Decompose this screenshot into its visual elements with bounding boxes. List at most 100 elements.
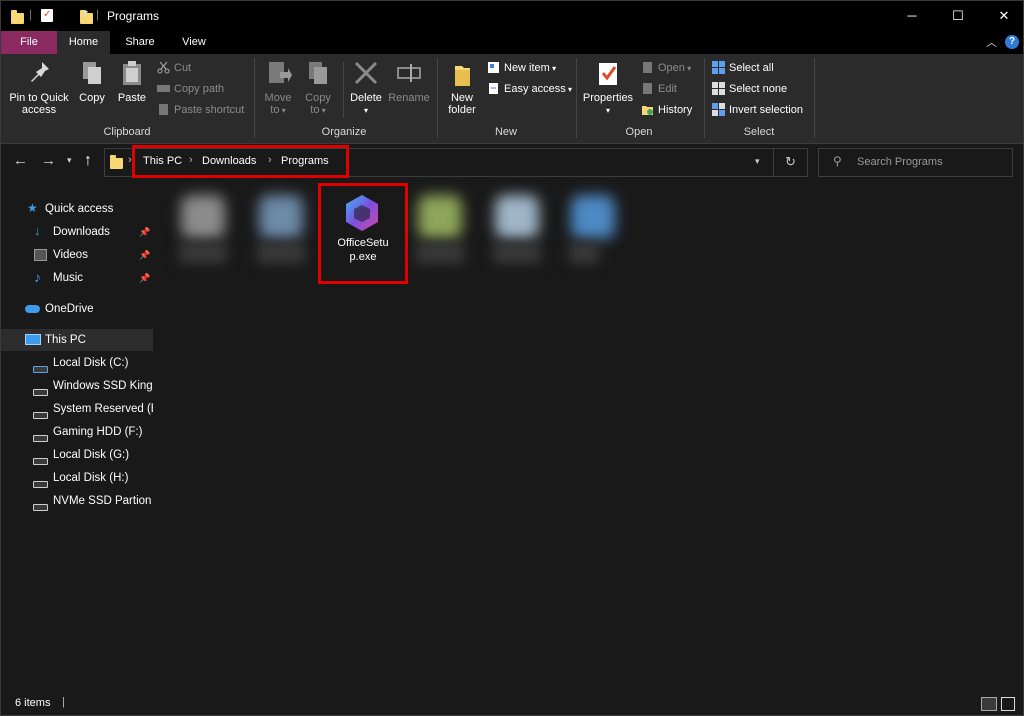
easy-access-label: Easy access: [504, 83, 566, 95]
delete-x-icon: [352, 58, 380, 88]
computer-icon: [25, 334, 41, 345]
pin-icon: [25, 58, 53, 88]
history-button[interactable]: History: [641, 101, 692, 119]
recent-locations-chevron-icon[interactable]: ▾: [67, 155, 72, 166]
file-name-line-1: OfficeSetu: [337, 237, 389, 249]
copy-icon: [78, 58, 106, 88]
search-placeholder: Search Programs: [857, 156, 943, 168]
select-none-button[interactable]: Select none: [712, 80, 787, 98]
rename-button[interactable]: Rename: [387, 58, 431, 104]
tab-file[interactable]: File: [1, 31, 57, 54]
divider: [773, 149, 774, 176]
nav-item-quick-access[interactable]: ★ Quick access: [1, 198, 153, 220]
search-icon: ⚲: [833, 154, 842, 168]
nav-item-onedrive[interactable]: OneDrive: [1, 298, 153, 320]
nav-item-videos[interactable]: Videos 📌: [1, 244, 153, 266]
nav-label: System Reserved (E:: [53, 403, 153, 415]
paste-button[interactable]: Paste: [115, 58, 149, 104]
pin-to-quick-access-button[interactable]: Pin to Quick access: [5, 58, 73, 116]
pin-icon: 📌: [139, 227, 151, 237]
drive-icon: [33, 497, 48, 511]
tab-share[interactable]: Share: [114, 31, 166, 54]
nav-label: OneDrive: [45, 303, 94, 315]
nav-item-downloads[interactable]: ↓ Downloads 📌: [1, 221, 153, 243]
address-highlight-box: [132, 145, 349, 178]
open-button[interactable]: Open ▾: [641, 59, 691, 77]
collapse-ribbon-icon[interactable]: ︿: [986, 34, 997, 50]
move-to-button[interactable]: Move to ▾: [260, 58, 296, 117]
blurred-file-item[interactable]: [173, 195, 231, 279]
copy-to-button[interactable]: Copy to ▾: [300, 58, 336, 117]
easy-access-button[interactable]: Easy access ▾: [487, 80, 572, 98]
blurred-file-item[interactable]: [563, 195, 621, 279]
copy-button[interactable]: Copy: [75, 58, 109, 104]
easy-access-icon: [487, 82, 500, 95]
navigation-bar: ← → ▾ ↑ › This PC › Downloads › Programs…: [1, 144, 1023, 180]
rename-label: Rename: [388, 92, 430, 104]
cut-button[interactable]: Cut: [157, 59, 191, 77]
divider: |: [62, 696, 65, 708]
up-arrow-icon[interactable]: ↑: [84, 152, 92, 170]
blurred-file-item[interactable]: [410, 195, 468, 279]
tab-view[interactable]: View: [168, 31, 220, 54]
download-arrow-icon: ↓: [34, 223, 41, 238]
nav-item-drive[interactable]: Windows SSD KingS: [1, 375, 153, 397]
new-folder-label: New: [450, 92, 473, 104]
refresh-icon[interactable]: ↻: [785, 154, 796, 170]
nav-item-this-pc[interactable]: This PC: [1, 329, 153, 351]
details-view-icon[interactable]: [981, 697, 997, 711]
nav-item-drive[interactable]: NVMe SSD Partion 2: [1, 490, 153, 512]
close-button[interactable]: ✕: [981, 1, 1023, 31]
office-setup-file[interactable]: OfficeSetu p.exe: [318, 183, 408, 284]
copy-to-label: Copy: [305, 92, 331, 104]
folder-icon: [110, 155, 123, 169]
nav-label: Local Disk (H:): [53, 472, 129, 484]
select-all-button[interactable]: Select all: [712, 59, 774, 77]
help-icon[interactable]: ?: [1005, 35, 1019, 49]
paste-shortcut-button[interactable]: Paste shortcut: [157, 101, 244, 119]
new-folder-icon: [448, 58, 476, 88]
move-to-label: Move: [264, 92, 292, 104]
customize-toolbar-icon[interactable]: ▾: [83, 8, 88, 24]
nav-item-music[interactable]: ♪ Music 📌: [1, 267, 153, 289]
invert-selection-button[interactable]: Invert selection: [712, 101, 803, 119]
new-folder-button[interactable]: New folder: [442, 58, 482, 116]
paste-icon: [118, 58, 146, 88]
nav-label: Windows SSD KingS: [53, 380, 153, 392]
nav-item-drive[interactable]: Local Disk (C:): [1, 352, 153, 374]
ribbon: Pin to Quick access Copy Paste Cut Copy …: [1, 54, 1023, 144]
nav-label: Downloads: [53, 226, 110, 238]
copy-path-label: Copy path: [174, 83, 225, 95]
properties-label: Properties: [582, 92, 634, 104]
nav-item-drive[interactable]: System Reserved (E:: [1, 398, 153, 420]
video-icon: [34, 249, 47, 261]
properties-button[interactable]: Properties ▾: [580, 58, 636, 117]
blurred-file-item[interactable]: [487, 195, 545, 279]
pin-label: Pin to Quick: [9, 92, 69, 104]
minimize-button[interactable]: ─: [889, 1, 935, 31]
search-input[interactable]: ⚲ Search Programs: [818, 148, 1013, 177]
cloud-icon: [25, 305, 40, 313]
paste-shortcut-label: Paste shortcut: [174, 104, 245, 116]
new-folder-label-2: folder: [448, 104, 476, 116]
nav-item-drive[interactable]: Local Disk (G:): [1, 444, 153, 466]
properties-quick-icon[interactable]: ✓: [41, 9, 53, 22]
new-item-button[interactable]: New item ▾: [487, 59, 556, 77]
copy-path-button[interactable]: Copy path: [157, 80, 224, 98]
maximize-button[interactable]: ☐: [935, 1, 981, 31]
new-item-label: New item: [504, 62, 550, 74]
organize-group-label: Organize: [321, 126, 367, 138]
address-dropdown-icon[interactable]: ▾: [755, 156, 760, 167]
tab-home[interactable]: Home: [57, 31, 110, 54]
blurred-file-item[interactable]: [251, 195, 309, 279]
delete-button[interactable]: Delete ▾: [347, 58, 385, 117]
edit-button[interactable]: Edit: [641, 80, 677, 98]
invert-selection-icon: [712, 102, 725, 116]
forward-arrow-icon[interactable]: →: [41, 152, 56, 169]
properties-icon: [594, 58, 622, 88]
large-icons-view-icon[interactable]: [1001, 697, 1015, 711]
select-none-icon: [712, 81, 725, 95]
back-arrow-icon[interactable]: ←: [13, 152, 28, 169]
nav-item-drive[interactable]: Local Disk (H:): [1, 467, 153, 489]
nav-item-drive[interactable]: Gaming HDD (F:): [1, 421, 153, 443]
